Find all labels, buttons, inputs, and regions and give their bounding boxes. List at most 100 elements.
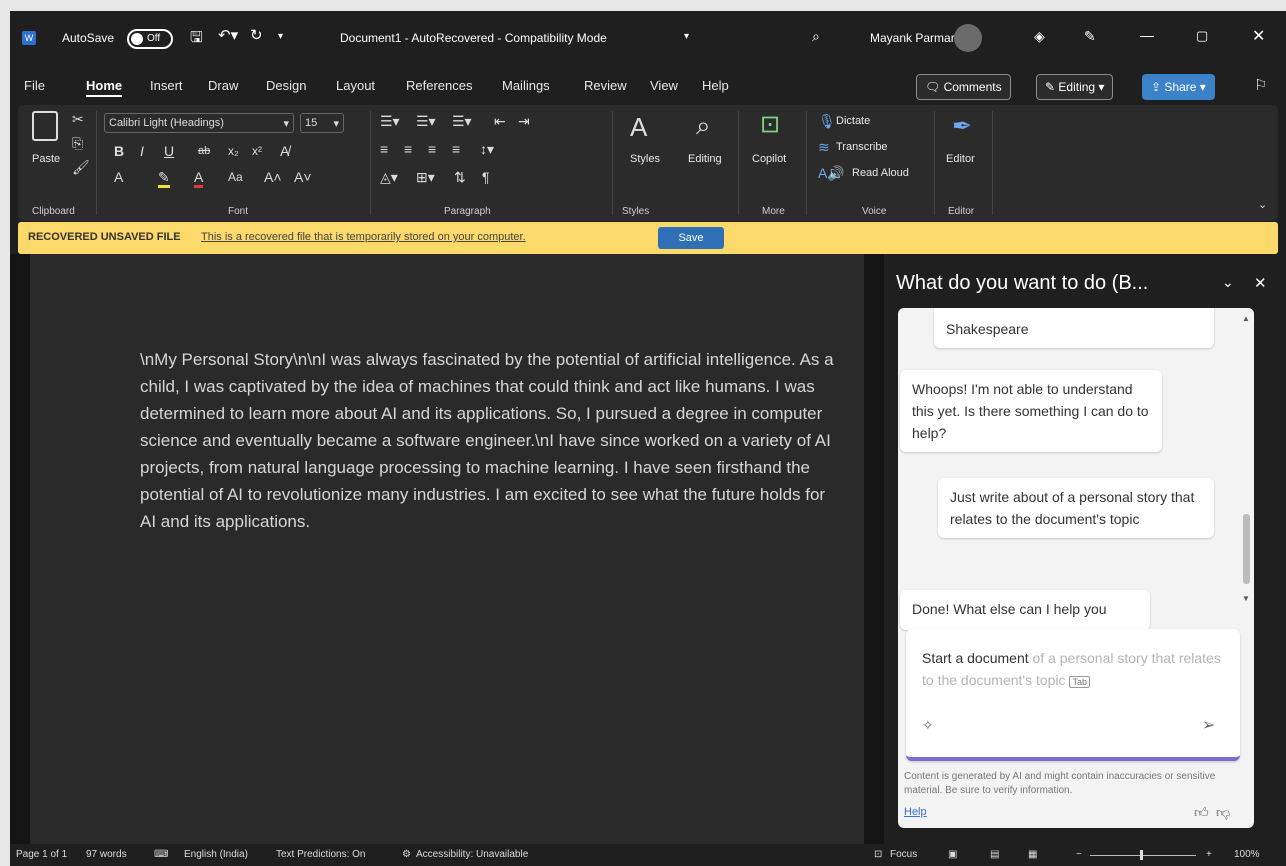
font-size-select[interactable]: 15 ▾ [300, 113, 344, 133]
cut-icon[interactable]: ✂ [72, 111, 84, 127]
italic-icon[interactable]: I [140, 143, 144, 159]
prompt-input[interactable]: Start a document of a personal story tha… [906, 629, 1240, 761]
minimize-button[interactable]: — [1140, 27, 1154, 43]
diamond-icon[interactable]: ◈ [1034, 28, 1045, 45]
line-spacing-icon[interactable]: ↕▾ [480, 141, 494, 157]
zoom-level[interactable]: 100% [1234, 849, 1260, 860]
copy-icon[interactable]: ⎘ [72, 135, 83, 151]
ribbon-options-icon[interactable]: ⚐ [1254, 76, 1267, 94]
multilevel-list-icon[interactable]: ☰▾ [452, 113, 472, 129]
zoom-slider[interactable] [1090, 855, 1196, 856]
accessibility-status[interactable]: Accessibility: Unavailable [416, 849, 528, 860]
sparkle-icon[interactable]: ✧ [922, 717, 934, 734]
word-count[interactable]: 97 words [86, 849, 127, 860]
menu-references[interactable]: References [406, 78, 472, 93]
menu-mailings[interactable]: Mailings [502, 78, 550, 93]
comments-button[interactable]: 🗨 Comments [916, 74, 1011, 100]
justify-icon[interactable]: ≡ [452, 141, 460, 157]
align-right-icon[interactable]: ≡ [428, 141, 436, 157]
close-pane-icon[interactable]: ✕ [1254, 274, 1267, 292]
proofing-icon[interactable]: ⌨ [154, 849, 168, 860]
editing-mode-button[interactable]: ✎ Editing ▾ [1036, 74, 1114, 100]
copilot-icon[interactable]: ⊡ [760, 111, 780, 139]
web-layout-icon[interactable]: ▦ [1028, 849, 1037, 860]
text-predictions-status[interactable]: Text Predictions: On [276, 849, 365, 860]
show-marks-icon[interactable]: ¶ [482, 169, 490, 185]
banner-message-link[interactable]: This is a recovered file that is tempora… [201, 231, 526, 243]
shrink-font-icon[interactable]: A˅ [294, 169, 312, 185]
user-name[interactable]: Mayank Parmar [870, 31, 955, 45]
save-button[interactable]: Save [658, 227, 724, 249]
grow-font-icon[interactable]: A˄ [264, 169, 282, 185]
menu-home[interactable]: Home [86, 78, 123, 97]
shading-icon[interactable]: ◬▾ [380, 169, 398, 185]
bullets-icon[interactable]: ☰▾ [380, 113, 400, 129]
editor-icon[interactable]: ✒ [952, 113, 972, 141]
underline-icon[interactable]: U [164, 143, 174, 159]
save-icon[interactable]: 🖫 [190, 27, 203, 52]
close-button[interactable]: ✕ [1252, 26, 1265, 46]
chat-scrollbar[interactable]: ▲ ▼ [1238, 308, 1254, 608]
menu-help[interactable]: Help [702, 78, 729, 93]
borders-icon[interactable]: ⊞▾ [416, 169, 435, 185]
document-page[interactable]: \nMy Personal Story\n\nI was always fasc… [30, 254, 864, 844]
search-icon[interactable]: ⌕ [812, 28, 820, 45]
pen-icon[interactable]: ✎ [1084, 28, 1096, 45]
decrease-indent-icon[interactable]: ⇤ [494, 113, 506, 129]
font-name-select[interactable]: Calibri Light (Headings) ▾ [104, 113, 294, 133]
clipboard-icon[interactable] [32, 111, 58, 141]
thumbs-up-icon[interactable]: 👍︎ [1194, 804, 1209, 821]
change-case-icon[interactable]: Aa [228, 169, 243, 185]
find-icon[interactable]: ⌕ [696, 111, 711, 139]
menu-view[interactable]: View [650, 78, 678, 93]
redo-icon[interactable]: ↻ [250, 26, 263, 44]
avatar[interactable] [954, 24, 982, 52]
subscript-icon[interactable]: x₂ [228, 143, 239, 159]
align-center-icon[interactable]: ≡ [404, 141, 412, 157]
paste-button[interactable]: Paste [32, 153, 60, 165]
text-effects-icon[interactable]: A [114, 169, 123, 185]
editing-button[interactable]: Editing [688, 153, 722, 165]
sort-icon[interactable]: ⇅ [454, 169, 466, 185]
zoom-in-button[interactable]: + [1206, 849, 1212, 860]
format-painter-icon[interactable]: 🖌 [72, 159, 90, 175]
font-color-icon[interactable]: A [194, 169, 204, 188]
menu-review[interactable]: Review [584, 78, 627, 93]
menu-file[interactable]: File [24, 78, 45, 93]
maximize-button[interactable]: ▢ [1196, 28, 1208, 44]
zoom-out-button[interactable]: − [1076, 849, 1082, 860]
styles-button[interactable]: Styles [630, 153, 660, 165]
menu-layout[interactable]: Layout [336, 78, 375, 93]
menu-draw[interactable]: Draw [208, 78, 238, 93]
print-layout-icon[interactable]: ▤ [990, 849, 999, 860]
pane-options-icon[interactable]: ⌄ [1222, 274, 1234, 291]
strikethrough-icon[interactable]: ab [198, 143, 210, 159]
share-button[interactable]: ⇪ Share ▾ [1142, 74, 1215, 100]
document-body[interactable]: \nMy Personal Story\n\nI was always fasc… [140, 346, 840, 535]
dictate-button[interactable]: Dictate [836, 115, 870, 127]
bold-icon[interactable]: B [114, 143, 124, 159]
highlight-icon[interactable]: ✎ [158, 169, 170, 188]
chevron-down-icon[interactable]: ▾ [684, 31, 689, 42]
thumbs-down-icon[interactable]: 👎︎ [1216, 804, 1230, 821]
customize-toolbar-icon[interactable]: ▾ [278, 31, 283, 42]
zoom-slider-thumb[interactable] [1140, 850, 1143, 860]
clear-formatting-icon[interactable]: A̸ [280, 143, 289, 159]
transcribe-button[interactable]: Transcribe [836, 141, 888, 153]
copilot-button[interactable]: Copilot [752, 153, 786, 165]
editor-button[interactable]: Editor [946, 153, 975, 165]
menu-design[interactable]: Design [266, 78, 306, 93]
send-icon[interactable]: ➢ [1202, 715, 1215, 735]
undo-icon[interactable]: ↶▾ [218, 26, 238, 44]
numbering-icon[interactable]: ☰▾ [416, 113, 436, 129]
styles-icon[interactable]: A [630, 113, 647, 141]
menu-insert[interactable]: Insert [150, 78, 183, 93]
autosave-toggle[interactable]: Off [127, 29, 173, 49]
focus-button[interactable]: Focus [890, 849, 917, 860]
align-left-icon[interactable]: ≡ [380, 141, 388, 157]
page-count[interactable]: Page 1 of 1 [16, 849, 67, 860]
read-mode-icon[interactable]: ▣ [948, 849, 957, 860]
collapse-ribbon-icon[interactable]: ⌄ [1258, 197, 1267, 213]
read-aloud-button[interactable]: Read Aloud [852, 167, 909, 179]
increase-indent-icon[interactable]: ⇥ [518, 113, 530, 129]
